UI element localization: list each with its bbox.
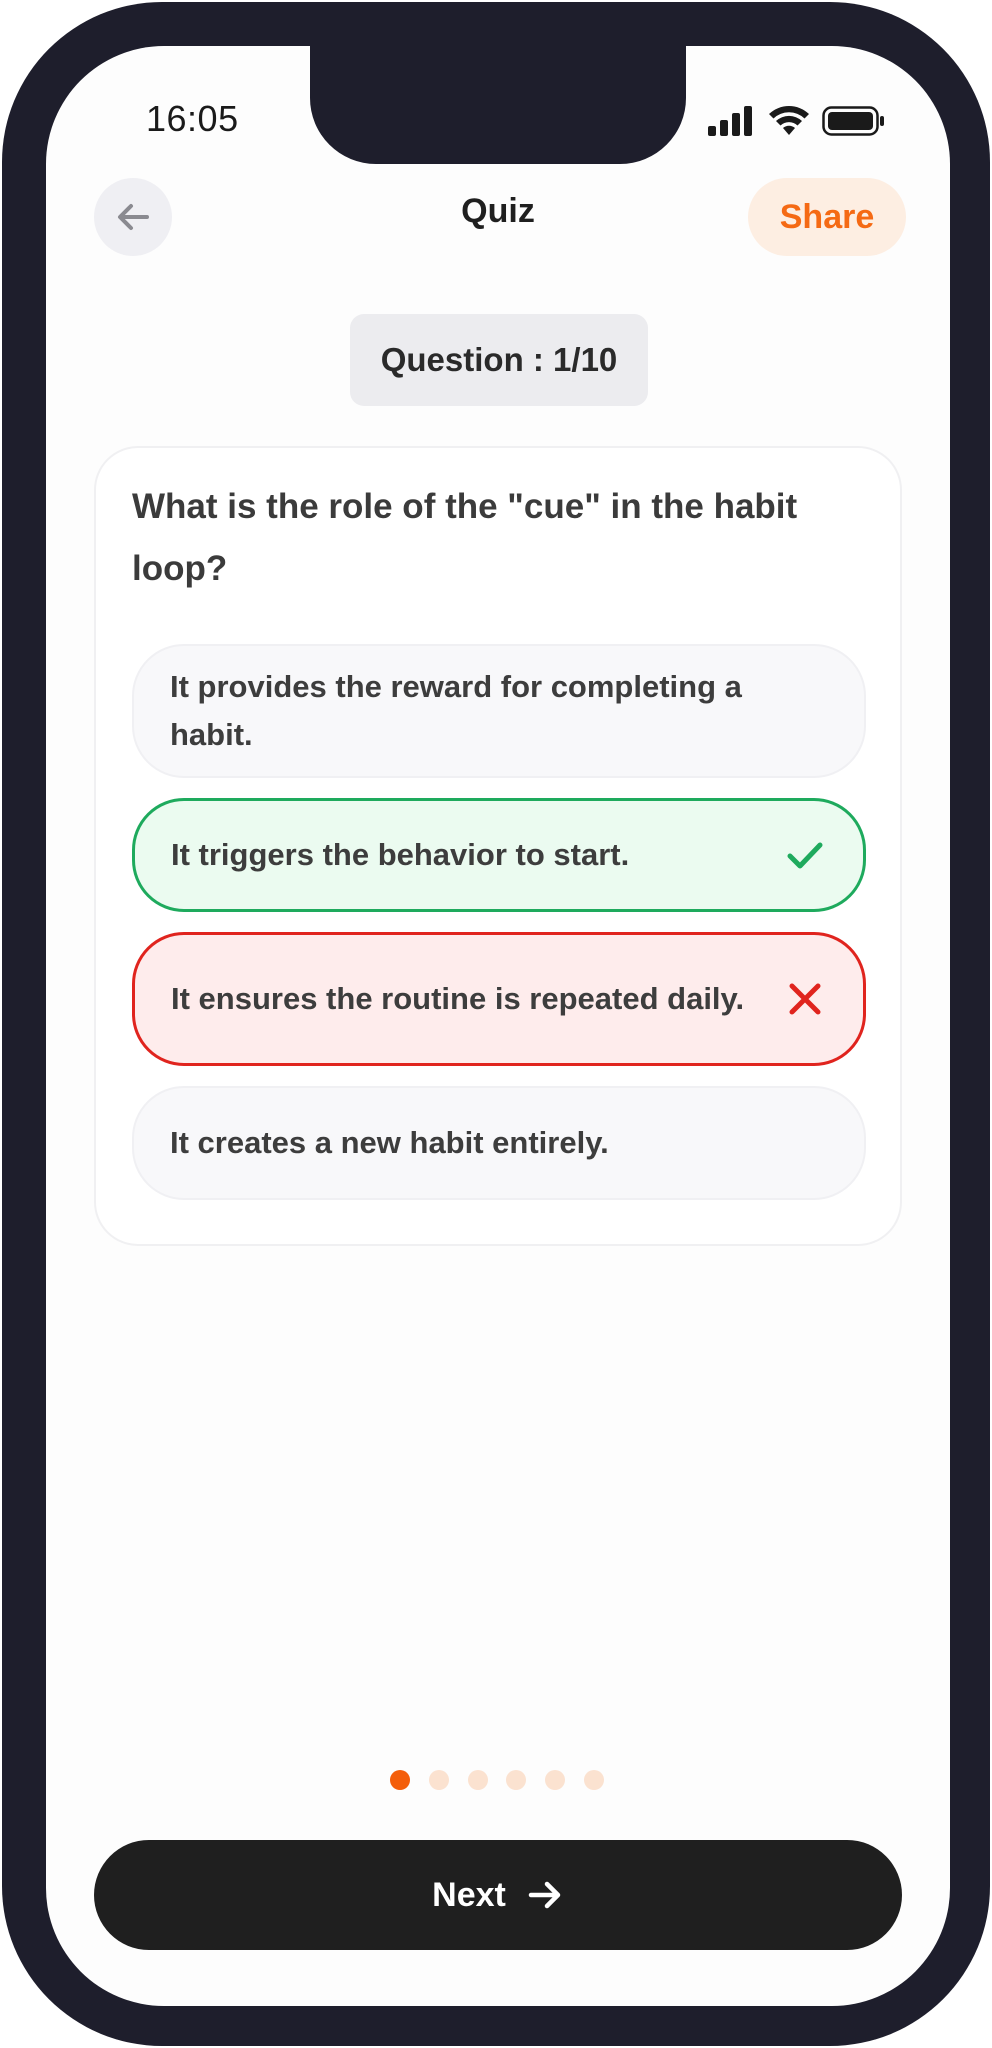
arrow-left-icon <box>118 204 149 230</box>
answer-option-label: It provides the reward for completing a … <box>170 669 742 752</box>
next-button-label: Next <box>432 1875 506 1914</box>
page-title: Quiz <box>461 192 535 230</box>
pagination-dot-active[interactable] <box>390 1770 410 1790</box>
pagination-dot[interactable] <box>506 1770 526 1790</box>
next-button[interactable]: Next <box>94 1840 902 1950</box>
answer-option-4[interactable]: It creates a new habit entirely. <box>132 1086 866 1200</box>
share-button[interactable]: Share <box>748 178 906 256</box>
phone-screen: 16:05 Quiz Share Question: 1/10 What is… <box>46 46 950 2006</box>
question-counter-badge: Question : 1/10 <box>350 314 648 406</box>
pagination-dot[interactable] <box>584 1770 604 1790</box>
arrow-right-icon <box>526 1876 564 1914</box>
back-button[interactable] <box>94 178 172 256</box>
wifi-icon <box>769 106 809 135</box>
phone-frame: 16:05 Quiz Share Question: 1/10 What is… <box>2 2 990 2046</box>
answer-option-label: It creates a new habit entirely. <box>170 1125 609 1160</box>
pagination-dot[interactable] <box>545 1770 565 1790</box>
pagination-dot[interactable] <box>468 1770 488 1790</box>
status-time: 16:05 <box>146 98 239 139</box>
pagination-dot[interactable] <box>429 1770 449 1790</box>
status-icons <box>708 104 888 140</box>
answer-option-1[interactable]: It provides the reward for completing a … <box>132 644 866 778</box>
question-text: What is the role of the "cue" in the hab… <box>132 487 798 588</box>
answer-option-2-correct[interactable]: It triggers the behavior to start. <box>132 798 866 912</box>
camera-notch <box>310 46 686 164</box>
cellular-signal-icon <box>708 106 752 136</box>
question-card: What is the role of the "cue" in the hab… <box>94 446 902 1246</box>
check-icon <box>783 833 827 877</box>
phone-device: 16:05 Quiz Share Question: 1/10 What is… <box>0 0 992 2048</box>
answer-option-label: It triggers the behavior to start. <box>171 837 630 872</box>
x-icon <box>783 977 827 1021</box>
battery-icon <box>822 106 884 136</box>
answer-option-label: It ensures the routine is repeated daily… <box>171 981 745 1016</box>
answer-option-3-wrong[interactable]: It ensures the routine is repeated daily… <box>132 932 866 1066</box>
